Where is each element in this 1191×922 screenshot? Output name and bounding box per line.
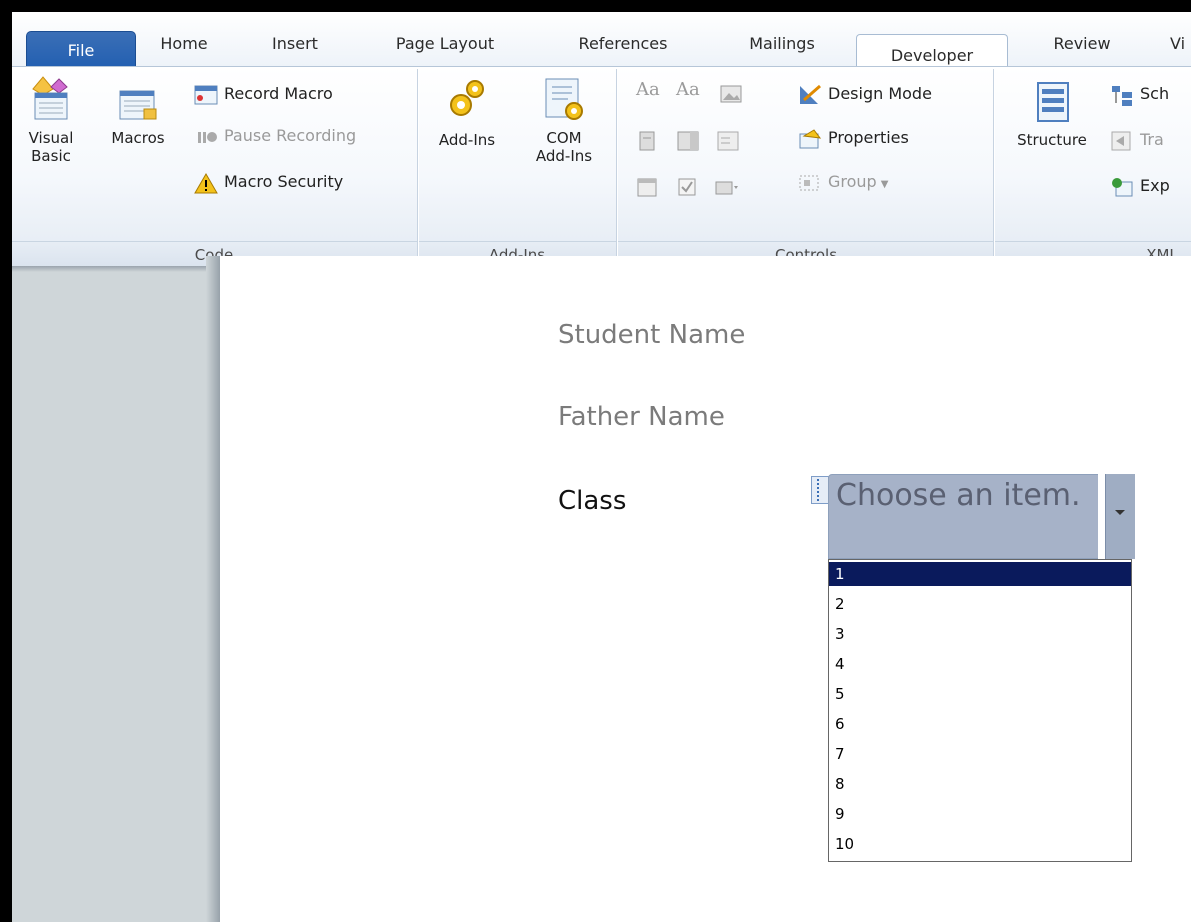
group-label: Group	[828, 172, 877, 191]
com-addins-button[interactable]: COM Add-Ins	[528, 75, 600, 165]
addins-button[interactable]: Add-Ins	[432, 75, 502, 149]
pause-recording-label: Pause Recording	[224, 126, 357, 145]
com-addins-label-2: Add-Ins	[535, 147, 593, 165]
transformation-label: Tra	[1140, 130, 1164, 149]
structure-label: Structure	[1017, 131, 1087, 149]
structure-icon	[1037, 82, 1069, 122]
building-block-icon	[639, 131, 655, 150]
macro-security-label: Macro Security	[224, 172, 344, 191]
list-item[interactable]: 9	[829, 802, 1131, 826]
list-item[interactable]: 2	[829, 592, 1131, 616]
list-item[interactable]: 8	[829, 772, 1131, 796]
class-options-list: 1 2 3 4 5 6 7 8 9 10	[828, 559, 1132, 862]
list-item[interactable]: 10	[829, 832, 1131, 856]
dropdown-divider	[1098, 474, 1105, 559]
pause-icon	[198, 131, 217, 143]
class-dropdown-value: Choose an item.	[836, 478, 1081, 513]
list-item[interactable]: 4	[829, 652, 1131, 676]
group-icon	[799, 175, 819, 190]
tab-view[interactable]: Vi	[1170, 29, 1191, 69]
visual-basic-icon	[32, 76, 68, 120]
visual-basic-label-2: Basic	[31, 147, 71, 165]
group-button[interactable]: Group ▼	[798, 167, 888, 197]
rich-text-aa: Aa	[636, 79, 660, 100]
picture-control-button[interactable]	[720, 79, 750, 109]
building-block-button[interactable]	[636, 125, 666, 155]
legacy-tools-button[interactable]	[714, 171, 744, 201]
group-dropdown-arrow-icon: ▼	[880, 179, 889, 190]
schema-icon	[1112, 85, 1132, 106]
transformation-icon	[1111, 131, 1131, 150]
checkbox-control-button[interactable]	[676, 171, 706, 201]
group-separator	[616, 69, 618, 265]
schema-button[interactable]: Sch	[1110, 79, 1169, 109]
tab-insert[interactable]: Insert	[260, 29, 330, 69]
expansion-packs-button[interactable]: Exp	[1110, 171, 1170, 201]
word-window: File Home Insert Page Layout References …	[0, 0, 1191, 922]
design-mode-label: Design Mode	[828, 84, 932, 103]
expansion-packs-label: Exp	[1140, 176, 1170, 195]
plain-text-control-button[interactable]: Aa	[676, 75, 700, 105]
list-item[interactable]: 6	[829, 712, 1131, 736]
record-macro-icon	[194, 85, 218, 104]
macros-label: Macros	[111, 129, 165, 147]
structure-button[interactable]: Structure	[1004, 77, 1100, 149]
list-item[interactable]: 3	[829, 622, 1131, 646]
gears-icon	[450, 80, 484, 116]
com-addins-label-1: COM	[546, 129, 582, 147]
macros-icon	[119, 90, 157, 120]
pause-recording-button[interactable]: Pause Recording	[194, 121, 356, 151]
warning-icon	[194, 172, 218, 193]
chevron-down-icon[interactable]	[1105, 474, 1135, 559]
properties-label: Properties	[828, 128, 909, 147]
plain-text-aa: Aa	[676, 79, 700, 100]
schema-label: Sch	[1140, 84, 1170, 103]
student-name-text: Student Name	[558, 320, 746, 350]
tab-references[interactable]: References	[568, 29, 678, 69]
visual-basic-label-1: Visual	[28, 129, 74, 147]
transformation-button[interactable]: Tra	[1110, 125, 1164, 155]
group-separator	[417, 69, 419, 265]
window-border-left	[0, 0, 12, 922]
properties-icon	[799, 128, 822, 148]
ribbon-tab-bar: File Home Insert Page Layout References …	[12, 12, 1191, 80]
content-control-handle[interactable]	[811, 476, 829, 504]
combo-box-icon	[677, 131, 699, 150]
legacy-tools-icon	[715, 181, 738, 194]
com-addins-icon	[545, 78, 583, 120]
macros-button[interactable]: Macros	[102, 75, 174, 147]
tab-review[interactable]: Review	[1044, 29, 1120, 69]
ribbon: Visual Basic Macros Record Macro Pause R…	[12, 66, 1191, 267]
dropdown-list-button[interactable]	[716, 125, 746, 155]
picture-icon	[720, 85, 742, 102]
dropdown-list-icon	[717, 131, 739, 150]
list-item[interactable]: 1	[829, 562, 1131, 586]
design-mode-icon	[800, 84, 821, 104]
record-macro-button[interactable]: Record Macro	[194, 79, 333, 109]
calendar-icon	[637, 178, 657, 196]
addins-label: Add-Ins	[438, 131, 496, 149]
father-name-text: Father Name	[558, 402, 725, 432]
properties-button[interactable]: Properties	[798, 123, 909, 153]
visual-basic-button[interactable]: Visual Basic	[26, 75, 76, 165]
tab-mailings[interactable]: Mailings	[732, 29, 832, 69]
expansion-packs-icon	[1112, 177, 1133, 196]
macro-security-button[interactable]: Macro Security	[194, 167, 343, 197]
combo-box-button[interactable]	[676, 125, 706, 155]
list-item[interactable]: 7	[829, 742, 1131, 766]
list-item[interactable]: 5	[829, 682, 1131, 706]
design-mode-button[interactable]: Design Mode	[798, 79, 932, 109]
record-macro-label: Record Macro	[224, 84, 333, 103]
tab-page-layout[interactable]: Page Layout	[384, 29, 506, 69]
checkbox-icon	[678, 178, 696, 195]
tab-home[interactable]: Home	[146, 29, 222, 69]
group-separator	[993, 69, 995, 265]
rich-text-control-button[interactable]: Aa	[636, 75, 660, 105]
window-border-top	[0, 0, 1191, 12]
date-picker-button[interactable]	[636, 171, 666, 201]
class-label: Class	[558, 486, 627, 516]
